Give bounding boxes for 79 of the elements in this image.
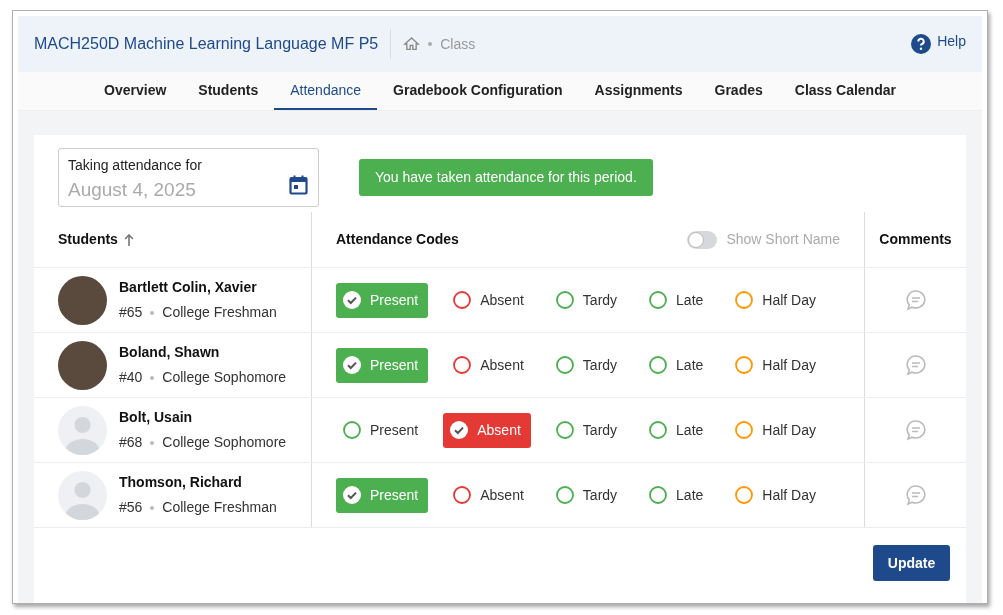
photo-placeholder [58, 340, 107, 390]
radio-circle-icon [453, 486, 472, 504]
radio-circle-icon [555, 421, 574, 439]
calendar-icon[interactable] [289, 175, 308, 195]
toggle-switch[interactable] [687, 230, 718, 249]
attendance-option[interactable]: Tardy [548, 412, 625, 448]
radio-circle-icon [453, 291, 472, 309]
attendance-option[interactable]: Absent [446, 347, 531, 383]
check-circle-icon [343, 356, 361, 374]
photo-placeholder [58, 275, 107, 325]
comment-icon[interactable] [904, 419, 927, 441]
radio-circle-icon [343, 421, 361, 439]
student-name[interactable]: Thomson, Richard [119, 472, 277, 493]
course-title: MACH250D Machine Learning Language MF P5 [34, 34, 379, 54]
check-circle-icon [343, 291, 361, 309]
attendance-option[interactable]: Half Day [728, 347, 823, 383]
attendance-option[interactable]: Absent [446, 282, 531, 318]
radio-circle-icon [555, 291, 574, 309]
attendance-option[interactable]: Absent [446, 477, 531, 513]
column-header[interactable]: Students [58, 229, 118, 250]
home-icon[interactable] [403, 36, 421, 52]
help-link[interactable]: Help [937, 30, 966, 52]
student-number: #68 [119, 433, 143, 452]
attendance-option[interactable]: Late [642, 347, 711, 383]
student-number: #56 [119, 498, 143, 517]
student-number: #65 [119, 303, 143, 322]
attendance-option[interactable]: Late [642, 282, 711, 318]
check-circle-icon [450, 421, 469, 439]
attendance-option[interactable]: Tardy [548, 347, 625, 383]
student-number: #40 [119, 368, 143, 387]
student-name[interactable]: Bolt, Usain [119, 407, 287, 428]
attendance-option[interactable]: Present [336, 412, 426, 448]
radio-circle-icon [649, 421, 668, 439]
radio-circle-icon [555, 356, 574, 374]
attendance-option[interactable]: Tardy [548, 282, 625, 318]
student-year: College Sophomore [162, 368, 287, 387]
attendance-option[interactable]: Half Day [728, 282, 823, 318]
attendance-option[interactable]: Tardy [548, 477, 625, 513]
date-field[interactable]: Taking attendance for August 4, 2025 [58, 148, 319, 207]
radio-circle-icon [649, 291, 668, 309]
sort-up-icon[interactable] [123, 233, 134, 246]
column-header: Comments [879, 230, 952, 249]
attendance-option[interactable]: Half Day [728, 412, 823, 448]
field-label: Taking attendance for [68, 156, 203, 175]
radio-circle-icon [735, 291, 754, 309]
success-banner: You have taken attendance for this period. [359, 159, 653, 196]
radio-circle-icon [735, 421, 754, 439]
attendance-option[interactable]: Half Day [728, 477, 823, 513]
student-year: College Freshman [162, 498, 277, 517]
student-year: College Sophomore [162, 433, 287, 452]
avatar-icon [58, 405, 107, 455]
update-button[interactable]: Update [873, 545, 950, 581]
attendance-option[interactable]: Absent [443, 412, 531, 448]
date-input[interactable]: August 4, 2025 [68, 176, 268, 205]
radio-circle-icon [555, 486, 574, 504]
tab[interactable]: Gradebook Configuration [377, 72, 579, 110]
radio-circle-icon [649, 486, 668, 504]
avatar-icon [58, 470, 107, 520]
comment-icon[interactable] [904, 484, 927, 506]
tab[interactable]: Assignments [578, 72, 699, 110]
radio-circle-icon [735, 356, 754, 374]
tab[interactable]: Class Calendar [778, 72, 912, 110]
radio-circle-icon [453, 356, 472, 374]
student-name[interactable]: Boland, Shawn [119, 342, 287, 363]
tab[interactable]: Overview [88, 72, 183, 110]
attendance-option[interactable]: Late [642, 477, 711, 513]
help-icon[interactable] [911, 34, 932, 54]
column-header: Attendance Codes [336, 230, 459, 249]
student-year: College Freshman [162, 303, 277, 322]
attendance-option[interactable]: Late [642, 412, 711, 448]
radio-circle-icon [735, 486, 754, 504]
check-circle-icon [343, 486, 361, 504]
tab[interactable]: Students [182, 72, 275, 110]
comment-icon[interactable] [904, 289, 927, 311]
tab[interactable]: Grades [698, 72, 779, 110]
comment-icon[interactable] [904, 354, 927, 376]
radio-circle-icon [649, 356, 668, 374]
student-name[interactable]: Bartlett Colin, Xavier [119, 277, 277, 298]
toggle-label: Show Short Name [726, 230, 840, 249]
